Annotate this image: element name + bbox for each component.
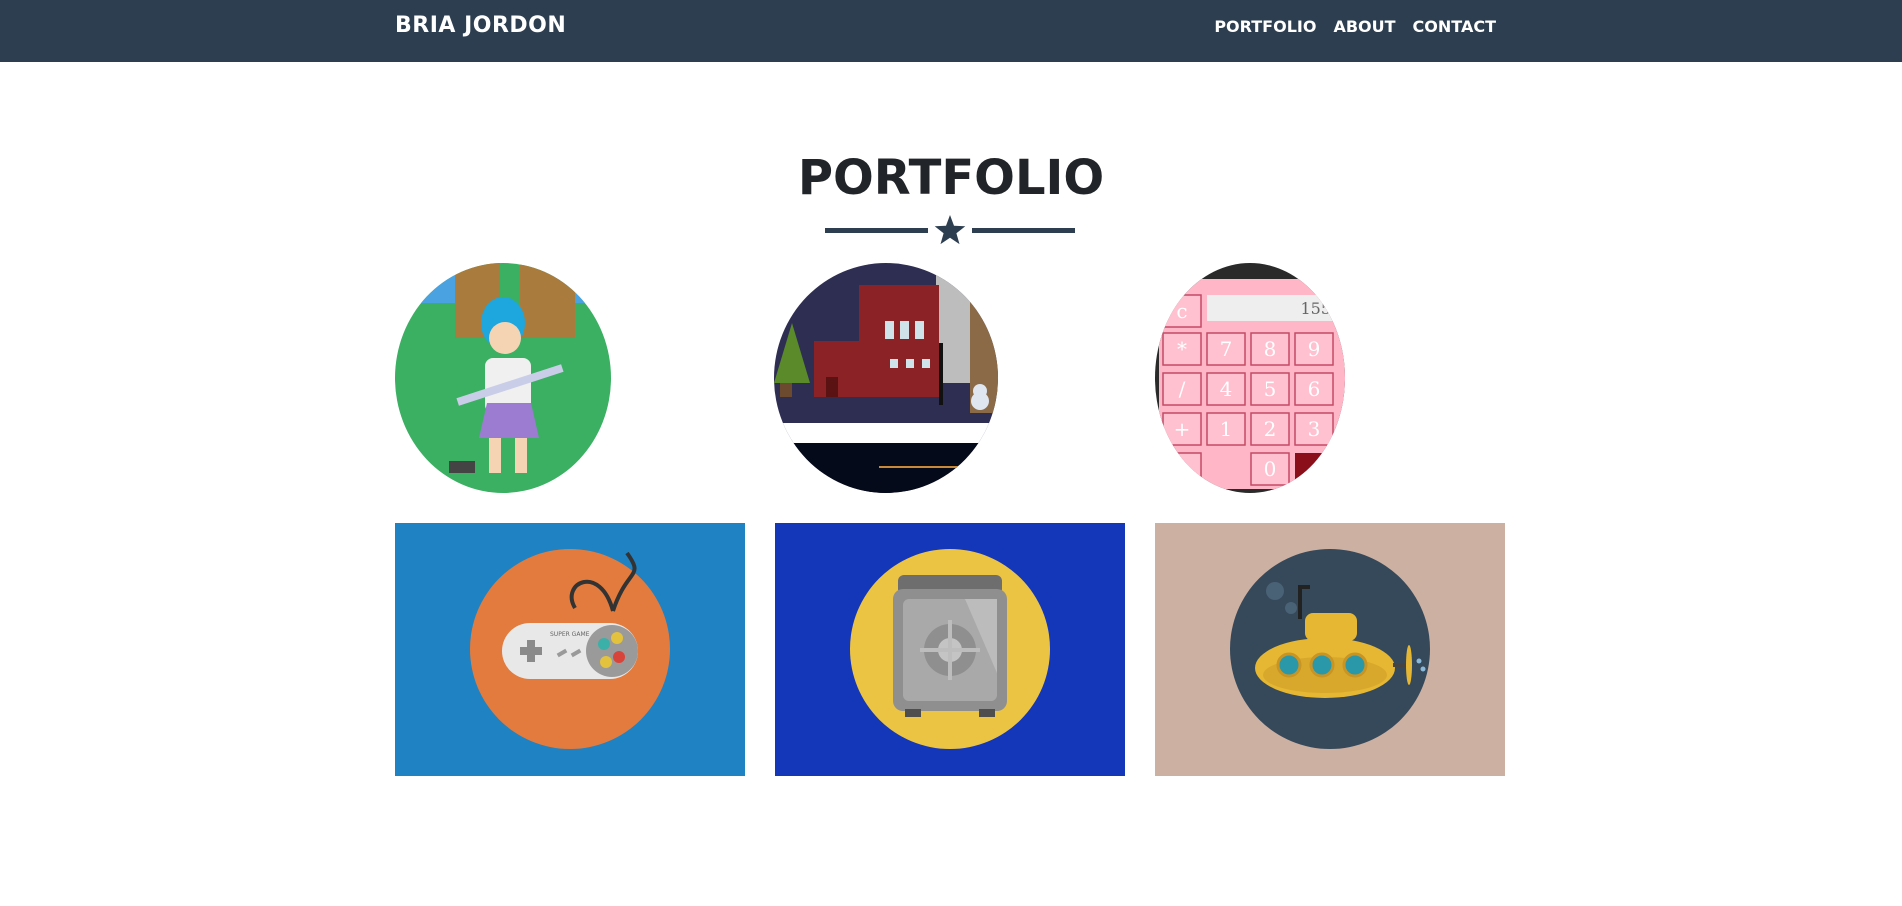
calculator-key-label: * — [1177, 337, 1187, 361]
calculator-key: + — [1162, 412, 1202, 446]
portfolio-item-calculator[interactable]: 155 c * 7 8 9 / 4 5 6 +1 2 3 0 — [1155, 263, 1345, 493]
calculator-key: c — [1162, 294, 1202, 328]
calculator-key: 6 — [1294, 372, 1334, 406]
calculator-image: 155 c * 7 8 9 / 4 5 6 + 1 2 3 0 — [1155, 263, 1345, 493]
portfolio-item-safe[interactable] — [775, 523, 1125, 776]
night-town-image — [774, 263, 998, 493]
calculator-key-label: 5 — [1264, 377, 1277, 401]
game-character-image — [395, 263, 611, 493]
calculator-key-label: 4 — [1220, 377, 1233, 401]
calculator-key: 5 — [1250, 372, 1290, 406]
calculator-key-label: c — [1176, 299, 1187, 323]
nav-link-about[interactable]: ABOUT — [1333, 17, 1395, 36]
calculator-key-label: 3 — [1308, 417, 1321, 441]
calculator-key: 3 — [1294, 412, 1334, 446]
calculator-key-label: / — [1179, 377, 1186, 401]
calculator-key: 8 — [1250, 332, 1290, 366]
game-controller-image: SUPER GAME — [470, 549, 670, 749]
navbar: BRIA JORDON PORTFOLIO ABOUT CONTACT — [0, 0, 1902, 62]
calculator-key-equals — [1295, 453, 1333, 485]
portfolio-item-game-controller[interactable]: SUPER GAME — [395, 523, 745, 776]
divider-line-right — [972, 228, 1075, 233]
calculator-key: 7 — [1206, 332, 1246, 366]
calculator-key-label: 0 — [1264, 457, 1277, 481]
portfolio-item-game-character[interactable] — [395, 263, 611, 493]
nav-link-portfolio[interactable]: PORTFOLIO — [1214, 17, 1316, 36]
calculator-key-label: 2 — [1264, 417, 1277, 441]
portfolio-heading: PORTFOLIO — [797, 150, 1105, 206]
calculator-key-label: 9 — [1308, 337, 1321, 361]
brand-link[interactable]: BRIA JORDON — [395, 13, 566, 38]
star-divider — [825, 215, 1075, 245]
calculator-key: * — [1162, 332, 1202, 366]
safe-image — [850, 549, 1050, 749]
calculator-key-label: 8 — [1264, 337, 1277, 361]
star-icon — [934, 215, 966, 245]
submarine-image — [1230, 549, 1430, 749]
calculator-key-label: + — [1174, 417, 1191, 441]
calculator-key: 1 — [1206, 412, 1246, 446]
portfolio-item-night-town[interactable] — [774, 263, 998, 493]
calculator-key-label: 6 — [1308, 377, 1321, 401]
calculator-key-label: 7 — [1220, 337, 1233, 361]
calculator-display: 155 — [1300, 299, 1331, 318]
portfolio-item-submarine[interactable] — [1155, 523, 1505, 776]
calculator-key-label: 1 — [1220, 417, 1233, 441]
nav-link-contact[interactable]: CONTACT — [1413, 17, 1496, 36]
calculator-key: 4 — [1206, 372, 1246, 406]
calculator-key-blank — [1162, 452, 1202, 486]
divider-line-left — [825, 228, 928, 233]
calculator-key: 2 — [1250, 412, 1290, 446]
calculator-key: 0 — [1250, 452, 1290, 486]
calculator-key: 9 — [1294, 332, 1334, 366]
calculator-key: / — [1162, 372, 1202, 406]
controller-brand-text: SUPER GAME — [550, 631, 590, 638]
nav-menu: PORTFOLIO ABOUT CONTACT — [1214, 17, 1496, 36]
